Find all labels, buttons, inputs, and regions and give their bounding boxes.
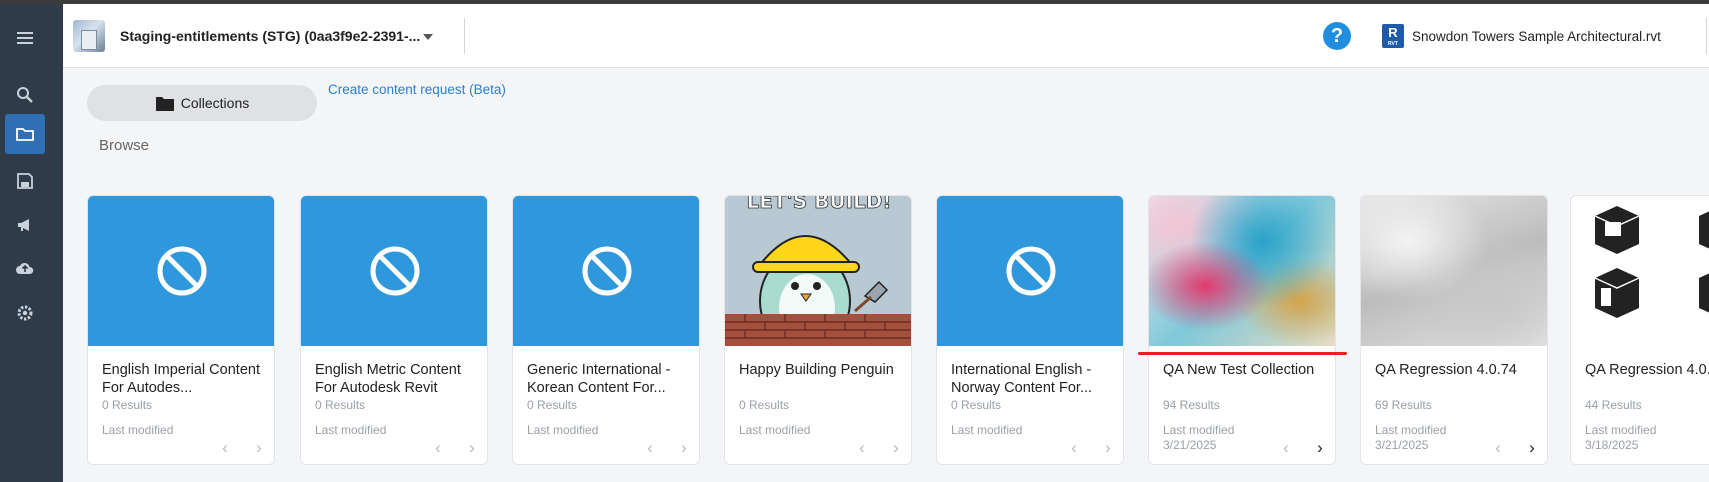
card-last-modified: Last modified (527, 423, 599, 437)
card-title: Happy Building Penguin (739, 362, 894, 378)
card-results-count: 0 Results (527, 398, 578, 412)
collection-card[interactable]: QA Regression 4.0.75 44 Results Last mod… (1570, 195, 1709, 465)
no-image-icon (370, 246, 420, 296)
no-image-icon (1006, 246, 1056, 296)
card-last-modified: Last modified (951, 423, 1023, 437)
revit-file-icon: R RVT (1382, 24, 1404, 48)
revit-file-icon-letter: R (1388, 25, 1398, 40)
rail-upload-button[interactable] (5, 249, 45, 289)
card-title: QA Regression 4.0.75 (1585, 362, 1709, 378)
header-divider-right (1706, 18, 1707, 54)
card-thumbnail (1149, 196, 1335, 346)
chevron-left-icon[interactable]: ‹ (853, 439, 871, 458)
card-results-count: 69 Results (1375, 398, 1432, 412)
penguin-builder-image: LET'S BUILD! (725, 196, 911, 346)
penguin-caption: LET'S BUILD! (747, 196, 892, 213)
active-file-name: Snowdon Towers Sample Architectural.rvt (1412, 29, 1661, 44)
collection-card[interactable]: English Metric Content For Autodesk Revi… (300, 195, 488, 465)
header-divider (464, 18, 465, 54)
card-last-modified: Last modified (739, 423, 811, 437)
cloud-upload-icon (16, 262, 34, 274)
card-results-count: 0 Results (102, 398, 153, 412)
card-thumbnail (88, 196, 274, 346)
collection-card[interactable]: English Imperial Content For Autodes... … (87, 195, 275, 465)
chevron-right-icon[interactable]: › (887, 439, 905, 458)
project-thumbnail[interactable] (73, 20, 105, 52)
top-header: Staging-entitlements (STG) (0aa3f9e2-239… (63, 4, 1709, 68)
no-image-icon (157, 246, 207, 296)
card-modified-date: 3/21/2025 (1375, 438, 1429, 452)
rail-collections-button[interactable] (5, 114, 45, 154)
card-last-modified: Last modified (315, 423, 387, 437)
collection-card[interactable]: Generic International - Korean Content F… (512, 195, 700, 465)
card-modified-date: 3/21/2025 (1163, 438, 1217, 452)
card-title: English Imperial Content For Autodes... (102, 362, 260, 396)
menu-button[interactable] (5, 18, 45, 58)
card-title: Generic International - Korean Content F… (527, 362, 671, 396)
collection-card[interactable]: QA New Test Collection 94 Results Last m… (1148, 195, 1336, 465)
card-title: QA New Test Collection (1163, 362, 1315, 378)
card-thumbnail (513, 196, 699, 346)
folder-icon (155, 96, 174, 111)
card-last-modified: Last modified (1585, 423, 1657, 437)
collection-card[interactable]: QA Regression 4.0.74 69 Results Last mod… (1360, 195, 1548, 465)
card-thumbnail (937, 196, 1123, 346)
chevron-left-icon[interactable]: ‹ (1277, 439, 1295, 458)
collection-card[interactable]: International English - Norway Content F… (936, 195, 1124, 465)
card-last-modified: Last modified (1375, 423, 1447, 437)
chevron-right-icon[interactable]: › (463, 439, 481, 458)
chevron-left-icon[interactable]: ‹ (1065, 439, 1083, 458)
chevron-left-icon[interactable]: ‹ (641, 439, 659, 458)
no-image-icon (582, 246, 632, 296)
chevron-right-icon[interactable]: › (675, 439, 693, 458)
project-selector[interactable]: Staging-entitlements (STG) (0aa3f9e2-239… (120, 28, 420, 44)
card-last-modified: Last modified (102, 423, 174, 437)
left-rail (0, 4, 63, 482)
help-button[interactable]: ? (1323, 22, 1351, 50)
card-results-count: 0 Results (951, 398, 1002, 412)
card-results-count: 0 Results (739, 398, 790, 412)
chevron-left-icon[interactable]: ‹ (1489, 439, 1507, 458)
help-icon: ? (1330, 24, 1344, 47)
card-thumbnail (1361, 196, 1547, 346)
card-thumbnail: LET'S BUILD! (725, 196, 911, 346)
collections-tab-label: Collections (180, 95, 250, 111)
card-thumbnail (301, 196, 487, 346)
chevron-right-icon[interactable]: › (250, 439, 268, 458)
isometric-boxes-image (1594, 206, 1709, 318)
create-content-request-link[interactable]: Create content request (Beta) (328, 82, 506, 97)
rail-settings-button[interactable] (5, 293, 45, 333)
card-results-count: 44 Results (1585, 398, 1642, 412)
card-modified-date: 3/18/2025 (1585, 438, 1639, 452)
collection-card[interactable]: LET'S BUILD! Happy Building Penguin 0 Re… (724, 195, 912, 465)
folder-icon (16, 128, 34, 141)
card-title: English Metric Content For Autodesk Revi… (315, 362, 461, 396)
card-last-modified: Last modified (1163, 423, 1235, 437)
hamburger-menu-icon (17, 32, 33, 44)
rail-announcements-button[interactable] (5, 205, 45, 245)
chevron-down-icon[interactable] (423, 34, 433, 40)
selection-underline (1138, 352, 1347, 355)
revit-file-icon-subtitle: RVT (1388, 41, 1398, 47)
chevron-right-icon[interactable]: › (1099, 439, 1117, 458)
card-thumbnail (1571, 196, 1709, 346)
card-title: QA Regression 4.0.74 (1375, 362, 1517, 378)
search-icon (17, 87, 33, 103)
megaphone-icon (18, 219, 29, 231)
rail-search-button[interactable] (5, 75, 45, 115)
chevron-right-icon[interactable]: › (1523, 439, 1541, 458)
section-title: Browse (99, 137, 150, 154)
card-results-count: 0 Results (315, 398, 366, 412)
rail-save-button[interactable] (5, 161, 45, 201)
save-icon (17, 173, 33, 189)
chevron-left-icon[interactable]: ‹ (216, 439, 234, 458)
card-title: International English - Norway Content F… (951, 362, 1093, 396)
gear-icon (17, 305, 33, 321)
card-results-count: 94 Results (1163, 398, 1220, 412)
collections-tab[interactable]: Collections (87, 85, 317, 121)
chevron-right-icon[interactable]: › (1311, 439, 1329, 458)
chevron-left-icon[interactable]: ‹ (429, 439, 447, 458)
